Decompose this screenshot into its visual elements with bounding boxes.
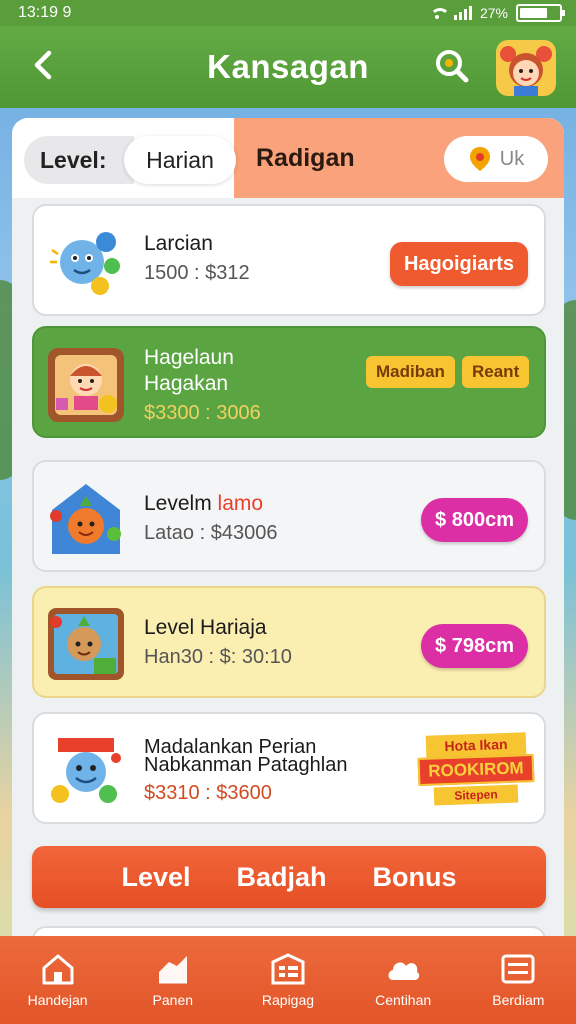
card-subtitle: Latao : $43006	[144, 522, 278, 544]
girl-avatar-icon	[500, 46, 552, 96]
tab-radigan-label: Radigan	[256, 143, 355, 172]
card-title-accent: lamo	[217, 492, 264, 515]
chevron-left-icon	[34, 50, 52, 80]
page-title: Kansagan	[207, 48, 369, 85]
cloud-icon	[385, 952, 421, 986]
bonus-word-1: Level	[121, 861, 191, 892]
badge-mid-label: ROOKIROM	[417, 753, 535, 787]
level-bonus-button[interactable]: Level Badjah Bonus	[32, 846, 546, 908]
status-icons: 27%	[428, 4, 565, 22]
nav-label: Handejan	[27, 992, 88, 1008]
nav-item-handejan[interactable]: Handejan	[3, 952, 113, 1008]
tabs-row: Radigan Level: Harian Uk	[12, 118, 564, 198]
bottom-nav: Handejan Panen Rapigag Centihan Berdiam	[0, 936, 576, 1024]
list-board-icon	[270, 952, 306, 986]
card-subtitle: $3300 : 3006	[144, 402, 261, 424]
hagoigiarts-button[interactable]: Hagoigiarts	[389, 242, 528, 286]
nav-item-panen[interactable]: Panen	[118, 952, 228, 1008]
tab-level-label: Level:	[40, 146, 107, 173]
price-button[interactable]: $ 800cm	[421, 498, 528, 542]
smiling-cart-icon	[51, 738, 121, 803]
girl-portrait-icon	[48, 348, 124, 422]
tab-level[interactable]: Level:	[24, 136, 134, 184]
carrot-house-icon	[50, 484, 121, 554]
card-title: Larcian	[144, 232, 213, 255]
card-subtitle: $3310 : $3600	[144, 782, 272, 804]
card-title: Hagelaun	[144, 346, 234, 369]
tab-harian[interactable]: Harian	[124, 136, 236, 184]
bonus-word-3: Bonus	[372, 861, 457, 892]
wifi-icon	[428, 6, 450, 20]
nav-label: Centihan	[375, 992, 432, 1008]
list-item[interactable]: Hagelaun Hagakan $3300 : 3006 Madiban Re…	[32, 326, 546, 438]
tab-harian-label: Harian	[146, 146, 214, 173]
rookirom-badge[interactable]: Hota Ikan ROOKIROM Sitepen	[417, 732, 535, 806]
madiban-tag[interactable]: Madiban	[366, 356, 455, 388]
back-button[interactable]	[26, 48, 60, 82]
like-label: Uk	[499, 147, 525, 170]
avatar[interactable]	[496, 40, 556, 96]
card-title: Level Hariaja	[144, 616, 267, 639]
card-title-2: Nabkanman Pataghlan	[144, 754, 348, 776]
card-title: Levelm lamo	[144, 492, 263, 516]
onion-shop-icon	[48, 608, 124, 680]
nav-item-berdiam[interactable]: Berdiam	[463, 952, 573, 1008]
status-bar: 13:19 9 27%	[0, 0, 576, 26]
battery-icon	[516, 4, 565, 22]
nav-item-rapigag[interactable]: Rapigag	[233, 952, 343, 1008]
reant-tag[interactable]: Reant	[462, 356, 530, 388]
price-button[interactable]: $ 798cm	[421, 624, 528, 668]
card-subtitle: Han30 : $: 30:10	[144, 646, 292, 668]
menu-icon	[500, 952, 536, 986]
map-pin-icon	[469, 147, 490, 171]
list-item[interactable]: Level Hariaja Han30 : $: 30:10 $ 798cm	[32, 586, 546, 698]
status-time: 13:19 9	[18, 4, 72, 21]
nav-item-centihan[interactable]: Centihan	[348, 952, 458, 1008]
nav-label: Rapigag	[261, 992, 315, 1008]
signal-icon	[453, 6, 472, 20]
card-subtitle: 1500 : $312	[144, 262, 250, 284]
nav-label: Berdiam	[492, 992, 545, 1008]
nav-label: Panen	[152, 992, 194, 1008]
battery-percent: 27%	[479, 5, 508, 21]
like-button[interactable]: Uk	[444, 136, 548, 182]
list-item[interactable]: Larcian 1500 : $312 Hagoigiarts	[32, 204, 546, 316]
list-item[interactable]: Madalankan Perian Nabkanman Pataghlan $3…	[32, 712, 546, 824]
home-icon	[40, 952, 76, 986]
bonus-word-2: Badjah	[236, 861, 327, 892]
main-panel: Radigan Level: Harian Uk Larcian 1500: …	[12, 118, 564, 938]
card-title-2: Hagakan	[144, 372, 229, 395]
badge-bottom-label: Sitepen	[433, 784, 519, 806]
search-button[interactable]	[432, 46, 472, 86]
blue-mascot-icon	[50, 232, 120, 295]
app-header: Kansagan	[0, 26, 576, 108]
search-icon	[436, 50, 469, 83]
field-icon	[155, 952, 191, 986]
card-title-main: Levelm	[144, 492, 212, 515]
list-item[interactable]: Levelm lamo Latao : $43006 $ 800cm	[32, 460, 546, 572]
